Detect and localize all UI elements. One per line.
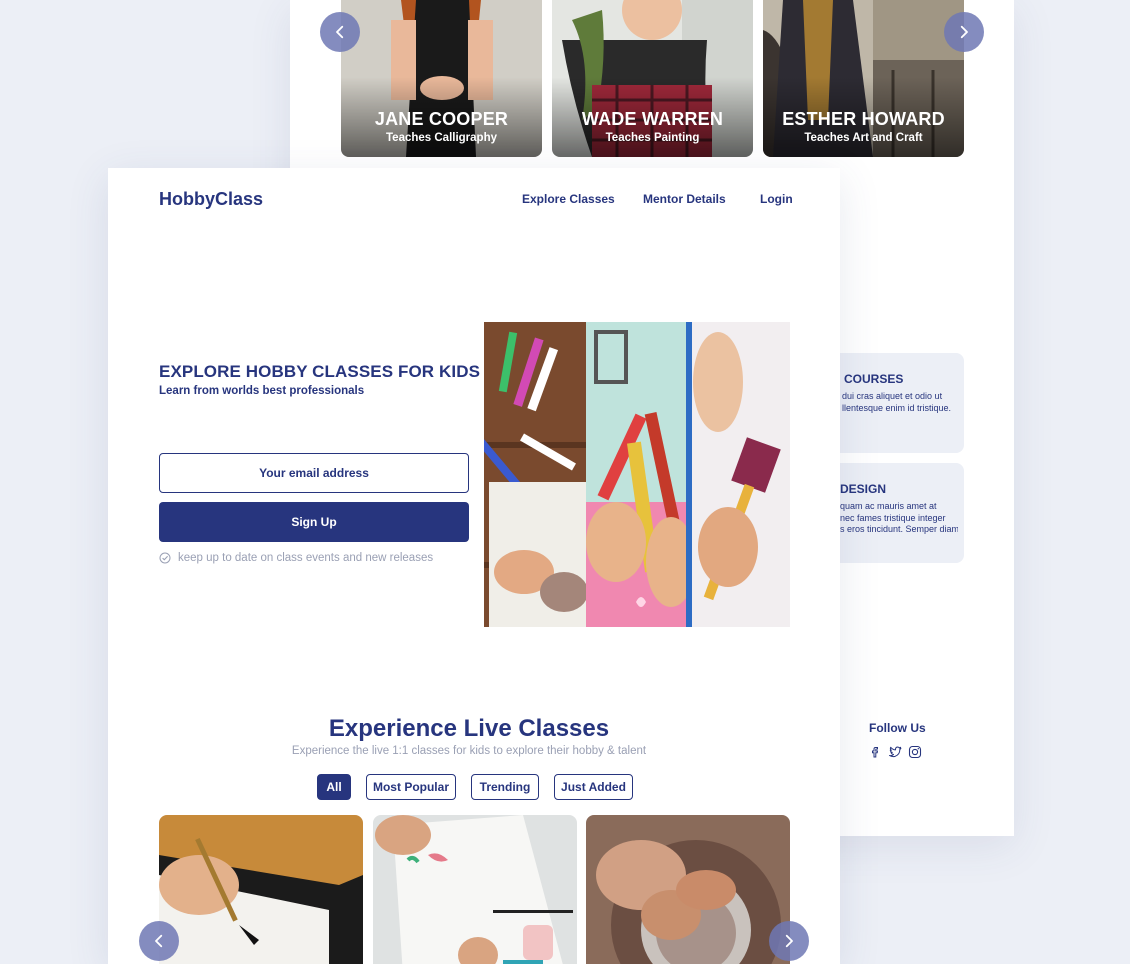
nav-explore-classes[interactable]: Explore Classes <box>522 192 615 206</box>
mentor-subject: Teaches Calligraphy <box>386 132 497 144</box>
nav-login[interactable]: Login <box>760 192 793 206</box>
logo[interactable]: HobbyClass <box>159 189 263 210</box>
nav-mentor-details[interactable]: Mentor Details <box>643 192 726 206</box>
feature-card-line: quam ac mauris amet at <box>840 501 937 511</box>
feature-card-title: COURSES <box>844 372 904 386</box>
mentor-subject: Teaches Painting <box>605 132 700 144</box>
chevron-right-icon <box>960 25 968 39</box>
mentors-next-button[interactable] <box>944 12 984 52</box>
feature-card-line: llentesque enim id tristique. <box>842 402 952 413</box>
filter-most-popular[interactable]: Most Popular <box>366 774 456 800</box>
newsletter-note-text: keep up to date on class events and new … <box>178 552 434 564</box>
crayons-photo <box>586 322 688 627</box>
follow-us-label: Follow Us <box>869 721 926 735</box>
mentor-subject: Teaches Art and Craft <box>804 132 923 144</box>
class-photo <box>373 815 577 964</box>
class-photo <box>586 815 790 964</box>
foam-brush-photo <box>688 322 790 627</box>
feature-card-design[interactable]: DESIGN quam ac mauris amet at nec fames … <box>840 463 964 563</box>
instagram-icon[interactable] <box>908 745 922 759</box>
chevron-right-icon <box>785 934 793 948</box>
mentor-name: WADE WARREN <box>581 109 724 129</box>
classes-next-button[interactable] <box>769 921 809 961</box>
mentor-card-wade-warren[interactable]: WADE WARREN Teaches Painting <box>552 0 753 157</box>
feature-card-text: dui cras aliquet et odio ut llentesque e… <box>842 391 960 414</box>
live-classes-subtitle: Experience the live 1:1 classes for kids… <box>108 745 840 757</box>
feature-card-courses[interactable]: COURSES dui cras aliquet et odio ut llen… <box>840 353 964 453</box>
classes-prev-button[interactable] <box>139 921 179 961</box>
filter-just-added[interactable]: Just Added <box>554 774 633 800</box>
mentor-name: ESTHER HOWARD <box>782 109 945 129</box>
feature-card-line: nec fames tristique integer <box>840 512 946 523</box>
feature-card-title: DESIGN <box>840 482 887 496</box>
sign-up-button[interactable]: Sign Up <box>159 502 469 542</box>
class-photo <box>159 815 363 964</box>
feature-card-line: s eros tincidunt. Semper diam <box>840 524 958 534</box>
facebook-icon[interactable] <box>868 745 882 759</box>
class-card-pottery[interactable] <box>586 815 790 964</box>
chevron-left-icon <box>336 25 344 39</box>
check-circle-icon <box>159 552 171 564</box>
newsletter-note: keep up to date on class events and new … <box>159 552 433 564</box>
class-card-calligraphy[interactable] <box>159 815 363 964</box>
mentors-prev-button[interactable] <box>320 12 360 52</box>
mentor-name: JANE COOPER <box>374 109 509 129</box>
hero-title: EXPLORE HOBBY CLASSES FOR KIDS <box>159 362 481 381</box>
live-classes-title-text: Experience Live Classes <box>328 715 610 742</box>
filter-trending[interactable]: Trending <box>471 774 539 800</box>
hero-subtitle: Learn from worlds best professionals <box>159 385 365 397</box>
live-classes-title: Experience Live Classes <box>108 715 840 743</box>
mentor-card-esther-howard[interactable]: ESTHER HOWARD Teaches Art and Craft <box>763 0 964 157</box>
landing-page-card: HobbyClass Explore Classes Mentor Detail… <box>108 168 840 964</box>
class-card-painting[interactable] <box>373 815 577 964</box>
filter-all[interactable]: All <box>317 774 351 800</box>
feature-card-line: dui cras aliquet et odio ut <box>842 391 943 401</box>
live-classes-subtitle-text: Experience the live 1:1 classes for kids… <box>291 745 647 757</box>
email-input[interactable] <box>159 453 469 493</box>
mentor-card-jane-cooper[interactable]: JANE COOPER Teaches Calligraphy <box>341 0 542 157</box>
hero-collage-image <box>484 322 790 627</box>
chevron-left-icon <box>155 934 163 948</box>
markers-photo <box>484 322 586 627</box>
twitter-icon[interactable] <box>888 745 902 759</box>
feature-card-text: quam ac mauris amet at nec fames tristiq… <box>840 501 958 536</box>
